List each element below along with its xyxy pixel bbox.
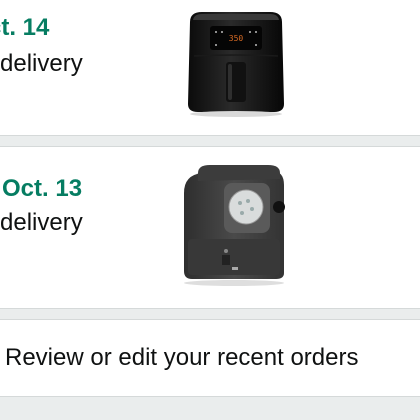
delivery-date: ct. 14: [0, 14, 50, 41]
order-card[interactable]: Oct. 13 delivery: [0, 146, 420, 309]
orders-page: ct. 14 delivery 350: [0, 0, 420, 420]
svg-text:350: 350: [229, 34, 244, 43]
delivery-label: delivery: [0, 50, 83, 77]
review-orders-label: Review or edit your recent orders: [5, 344, 359, 371]
order-card[interactable]: ct. 14 delivery 350: [0, 0, 420, 136]
delivery-label: delivery: [0, 209, 83, 236]
pasta-maker-image[interactable]: [176, 163, 296, 289]
delivery-date: Oct. 13: [2, 175, 83, 202]
review-orders-link[interactable]: Review or edit your recent orders: [0, 319, 420, 397]
air-fryer-image[interactable]: 350: [176, 8, 296, 120]
